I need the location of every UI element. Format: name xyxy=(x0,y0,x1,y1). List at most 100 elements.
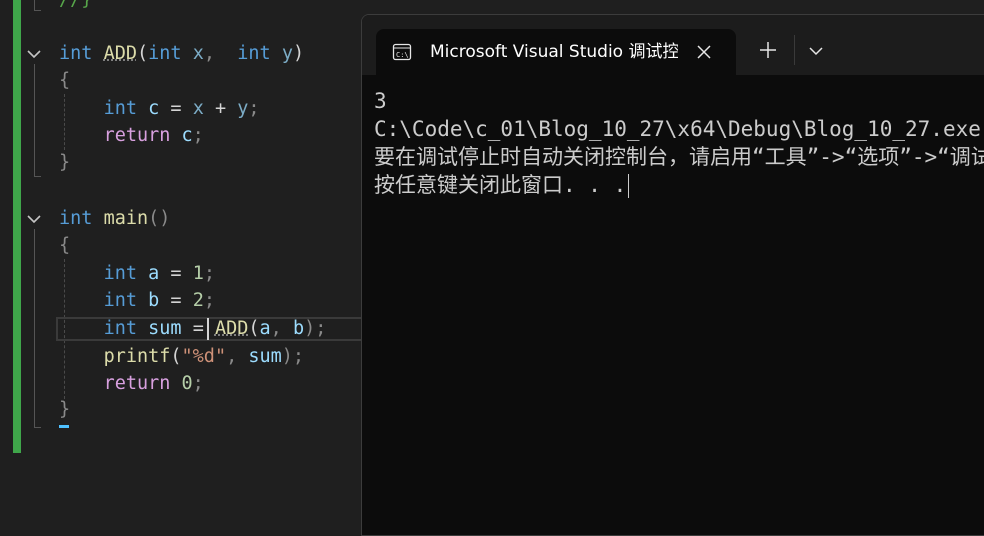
semicolon: ; xyxy=(203,290,215,311)
tab-debug-console[interactable]: C:\ Microsoft Visual Studio 调试控制台 xyxy=(376,29,736,76)
code-line-main-close[interactable]: } xyxy=(59,396,70,423)
param-y: y xyxy=(281,43,293,64)
keyword-int: int xyxy=(59,208,93,229)
format-string: %d xyxy=(192,346,215,367)
comma: , xyxy=(203,43,215,64)
tab-title: Microsoft Visual Studio 调试控制台 xyxy=(430,42,678,62)
change-indicator-bar xyxy=(13,0,21,453)
comma: , xyxy=(226,346,238,367)
param-x: x xyxy=(192,43,204,64)
chevron-down-icon[interactable] xyxy=(808,43,824,59)
indent-guide-end xyxy=(34,10,41,11)
indent-guide xyxy=(34,0,35,10)
function-call-printf[interactable]: printf xyxy=(104,346,171,367)
var-a: a xyxy=(148,263,160,284)
comment-text: //} xyxy=(59,0,92,10)
var-x: x xyxy=(192,98,204,119)
fold-guide-end xyxy=(34,176,41,177)
comma: , xyxy=(270,318,282,339)
console-line-text: 按任意键关闭此窗口. . . xyxy=(374,173,627,197)
code-line-add-body1[interactable]: int c = x + y; xyxy=(59,95,260,122)
var-y: y xyxy=(237,98,249,119)
console-line: 要在调试停止时自动关闭控制台，请启用“工具”->“选项”->“调试”->“调试停… xyxy=(374,145,984,169)
keyword-return: return xyxy=(103,125,171,146)
arg-a: a xyxy=(259,318,271,339)
code-line-main-b[interactable]: int b = 2; xyxy=(59,287,215,314)
semicolon: ; xyxy=(248,98,260,119)
code-line-main-printf[interactable]: printf("%d", sum); xyxy=(59,343,305,370)
keyword-int: int xyxy=(103,263,137,284)
semicolon: ; xyxy=(192,125,204,146)
keyword-int: int xyxy=(237,43,271,64)
parens: () xyxy=(148,208,171,229)
brace: } xyxy=(59,399,71,420)
function-call-add[interactable]: ADD xyxy=(215,318,248,339)
console-icon: C:\ xyxy=(392,42,412,62)
semicolon: ; xyxy=(203,263,215,284)
function-name-main[interactable]: main xyxy=(104,208,149,229)
arg-b: b xyxy=(292,318,305,339)
number-literal: 0 xyxy=(181,373,193,394)
close-icon[interactable] xyxy=(694,42,714,62)
cursor-marker xyxy=(59,425,69,428)
code-line-add-body2[interactable]: return c; xyxy=(59,122,204,149)
tab-strip: C:\ Microsoft Visual Studio 调试控制台 xyxy=(362,15,984,76)
code-line-main-signature[interactable]: int main() xyxy=(59,205,170,232)
brace: { xyxy=(59,70,71,91)
keyword-int: int xyxy=(148,43,182,64)
code-line-add-close[interactable]: } xyxy=(59,149,70,176)
fold-guide xyxy=(34,64,35,176)
code-line-add-signature[interactable]: int ADD(int x, int y) xyxy=(59,40,304,67)
keyword-int: int xyxy=(59,43,93,64)
var-c: c xyxy=(181,125,193,146)
paren: ( xyxy=(136,43,149,64)
debug-console-window[interactable]: C:\ Microsoft Visual Studio 调试控制台 3 C:\C… xyxy=(361,14,984,536)
string-quote: " xyxy=(214,346,227,367)
keyword-return: return xyxy=(103,373,171,394)
operator: + xyxy=(214,98,227,119)
paren-semicolon: ); xyxy=(281,346,305,367)
var-b: b xyxy=(148,290,160,311)
code-line-add-open[interactable]: { xyxy=(59,67,70,94)
operator: = xyxy=(192,318,204,339)
semicolon: ; xyxy=(192,373,204,394)
console-line-prompt: 按任意键关闭此窗口. . . xyxy=(374,171,984,199)
console-caret xyxy=(628,174,630,198)
fold-guide xyxy=(34,229,35,427)
console-line: 3 xyxy=(374,89,387,113)
var-c: c xyxy=(148,98,160,119)
code-line-main-return[interactable]: return 0; xyxy=(59,370,204,397)
number-literal: 2 xyxy=(192,290,204,311)
console-line: C:\Code\c_01\Blog_10_27\x64\Debug\Blog_1… xyxy=(374,117,981,141)
string-quote: " xyxy=(181,346,193,367)
text-caret xyxy=(207,318,209,340)
paren: ( xyxy=(170,346,182,367)
arg-sum: sum xyxy=(248,346,282,367)
operator: = xyxy=(170,98,182,119)
keyword-int: int xyxy=(103,290,137,311)
chevron-down-icon xyxy=(26,46,42,62)
paren: ) xyxy=(292,43,305,64)
var-sum: sum xyxy=(148,318,182,339)
svg-text:C:\: C:\ xyxy=(396,51,409,59)
operator: = xyxy=(170,290,182,311)
brace: } xyxy=(59,152,71,173)
console-output[interactable]: 3 C:\Code\c_01\Blog_10_27\x64\Debug\Blog… xyxy=(374,87,984,199)
operator: = xyxy=(170,263,182,284)
fold-toggle-main[interactable] xyxy=(26,211,42,227)
keyword-int: int xyxy=(103,318,137,339)
plus-icon[interactable] xyxy=(758,40,778,60)
paren-semicolon: ); xyxy=(304,318,327,339)
fold-toggle-add[interactable] xyxy=(26,46,42,62)
tab-separator xyxy=(794,35,795,65)
number-literal: 1 xyxy=(192,263,204,284)
code-line-main-a[interactable]: int a = 1; xyxy=(59,260,215,287)
brace: { xyxy=(59,235,71,256)
code-line-main-open[interactable]: { xyxy=(59,232,70,259)
fold-guide-end xyxy=(34,427,41,428)
keyword-int: int xyxy=(103,98,137,119)
code-line-comment: //} xyxy=(59,0,92,13)
code-line-main-sum[interactable]: int sum = ADD(a, b); xyxy=(59,315,327,342)
function-name-add[interactable]: ADD xyxy=(104,43,137,64)
paren: ( xyxy=(248,318,260,339)
